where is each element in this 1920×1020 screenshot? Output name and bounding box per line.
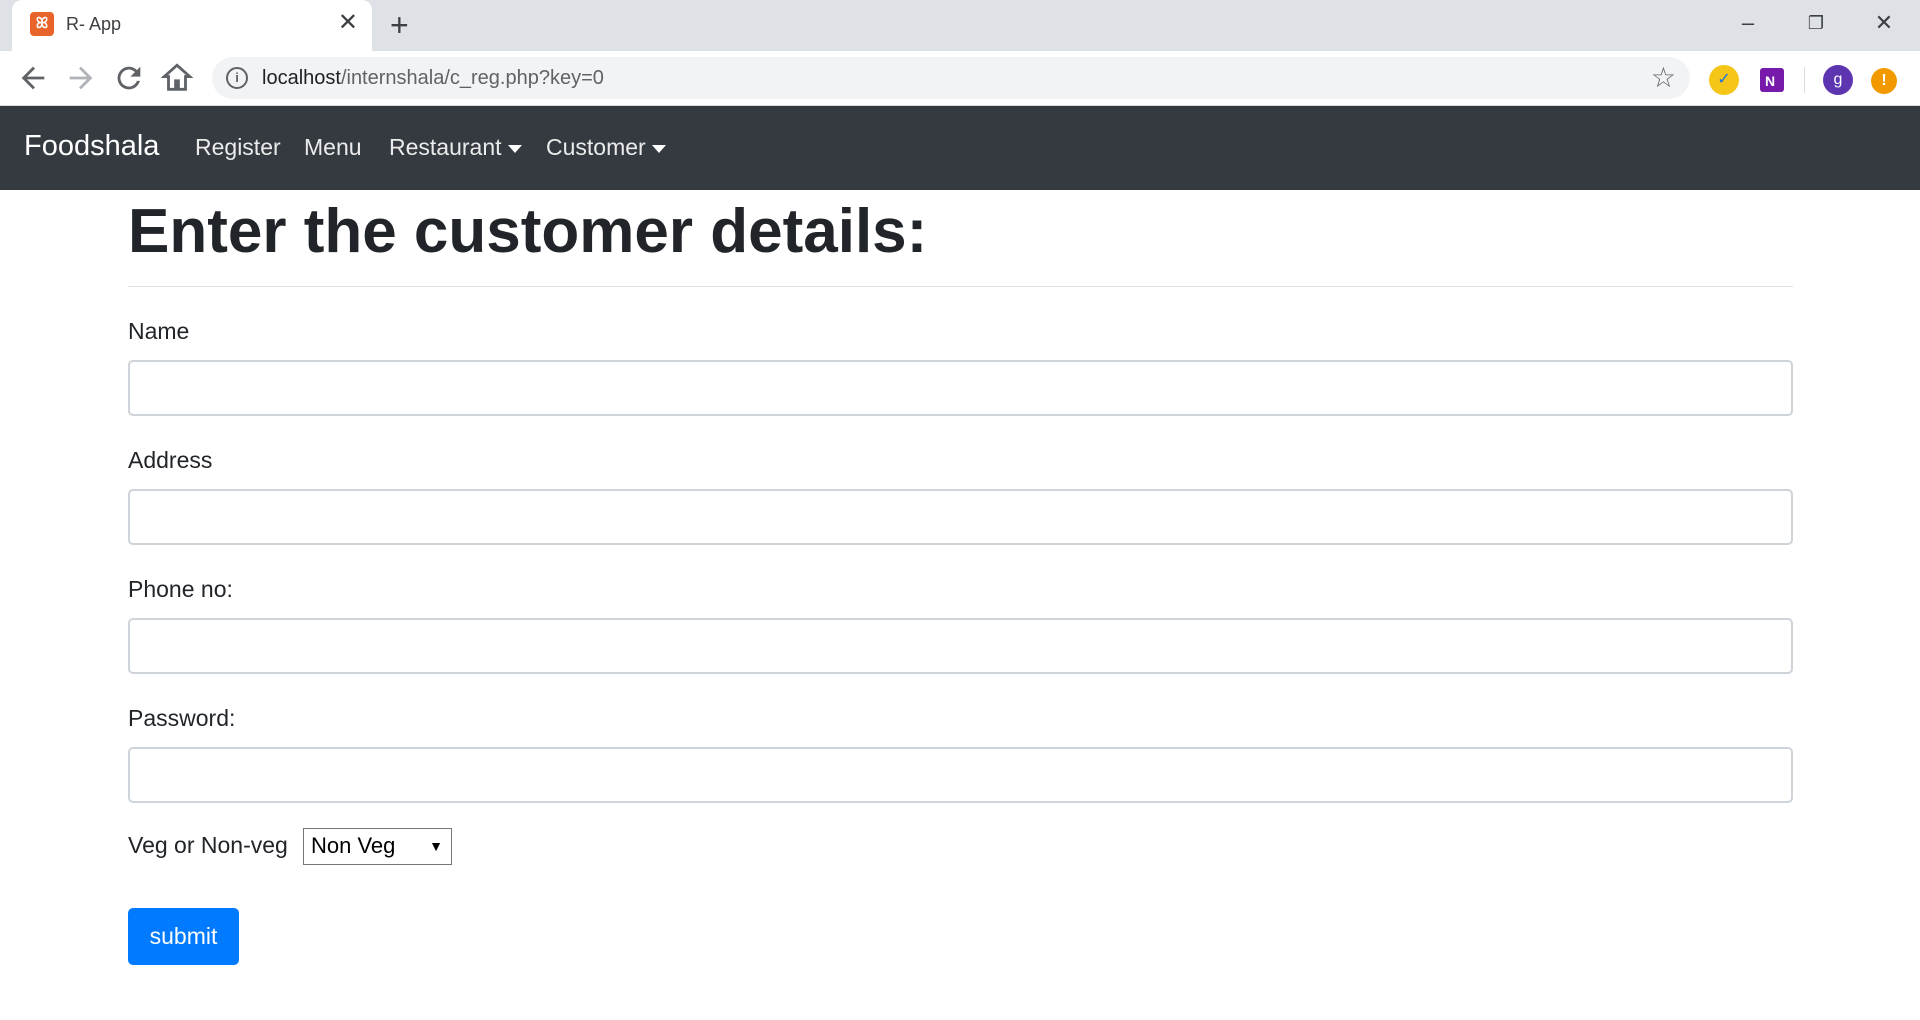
update-alert-icon[interactable]: ! <box>1871 68 1897 94</box>
toolbar-separator <box>1804 67 1805 93</box>
site-navbar: Foodshala Register Menu Restaurant Custo… <box>0 106 1920 190</box>
brand-link[interactable]: Foodshala <box>24 130 159 163</box>
window-close-icon[interactable]: ✕ <box>1854 6 1914 40</box>
tab-strip: ꕤ R- App ✕ + – ❐ ✕ <box>0 0 1920 51</box>
diet-label: Veg or Non-veg <box>128 832 288 858</box>
dropdown-arrow-icon: ▼ <box>429 838 443 854</box>
url-host: localhost <box>262 67 341 89</box>
address-bar[interactable]: i localhost/internshala/c_reg.php?key=0 … <box>212 57 1690 99</box>
nav-register[interactable]: Register <box>195 134 281 161</box>
nav-customer-label: Customer <box>546 134 646 160</box>
nav-menu[interactable]: Menu <box>304 134 362 161</box>
svg-text:N: N <box>1765 73 1775 89</box>
password-input[interactable] <box>128 747 1793 803</box>
nav-customer-dropdown[interactable]: Customer <box>546 134 666 161</box>
restore-icon[interactable]: ❐ <box>1786 6 1846 40</box>
url-path: /internshala/c_reg.php?key=0 <box>340 67 604 89</box>
caret-down-icon <box>507 144 522 153</box>
info-icon[interactable]: i <box>226 67 248 89</box>
submit-button[interactable]: submit <box>128 908 239 965</box>
name-input[interactable] <box>128 360 1793 416</box>
bookmark-star-icon[interactable]: ☆ <box>1651 61 1676 94</box>
nav-restaurant-dropdown[interactable]: Restaurant <box>389 134 522 161</box>
nav-restaurant-label: Restaurant <box>389 134 502 160</box>
xampp-favicon-icon: ꕤ <box>30 12 54 36</box>
tab-close-icon[interactable]: ✕ <box>338 11 358 35</box>
password-label: Password: <box>128 705 236 731</box>
page-title: Enter the customer details: <box>128 197 928 266</box>
diet-selected-value: Non Veg <box>311 833 396 858</box>
name-label: Name <box>128 318 190 344</box>
back-arrow-icon[interactable] <box>16 61 50 95</box>
onenote-icon[interactable]: N <box>1757 65 1787 95</box>
tab-title: R- App <box>66 14 122 34</box>
new-tab-icon[interactable]: + <box>390 8 409 42</box>
reload-icon[interactable] <box>112 61 146 95</box>
extension-icon[interactable]: ✓ <box>1709 65 1739 95</box>
address-label: Address <box>128 447 213 473</box>
browser-toolbar: i localhost/internshala/c_reg.php?key=0 … <box>0 51 1920 106</box>
minimize-icon[interactable]: – <box>1718 6 1778 40</box>
profile-avatar[interactable]: g <box>1823 65 1853 95</box>
browser-tab[interactable]: ꕤ R- App ✕ <box>12 0 372 51</box>
home-icon[interactable] <box>160 61 194 95</box>
phone-label: Phone no: <box>128 576 233 602</box>
diet-select[interactable]: Non Veg ▼ <box>303 828 452 865</box>
address-input[interactable] <box>128 489 1793 545</box>
caret-down-icon <box>651 144 666 153</box>
url-text[interactable]: localhost/internshala/c_reg.php?key=0 <box>262 67 604 90</box>
forward-arrow-icon[interactable] <box>64 61 98 95</box>
phone-input[interactable] <box>128 618 1793 674</box>
divider <box>128 286 1793 287</box>
